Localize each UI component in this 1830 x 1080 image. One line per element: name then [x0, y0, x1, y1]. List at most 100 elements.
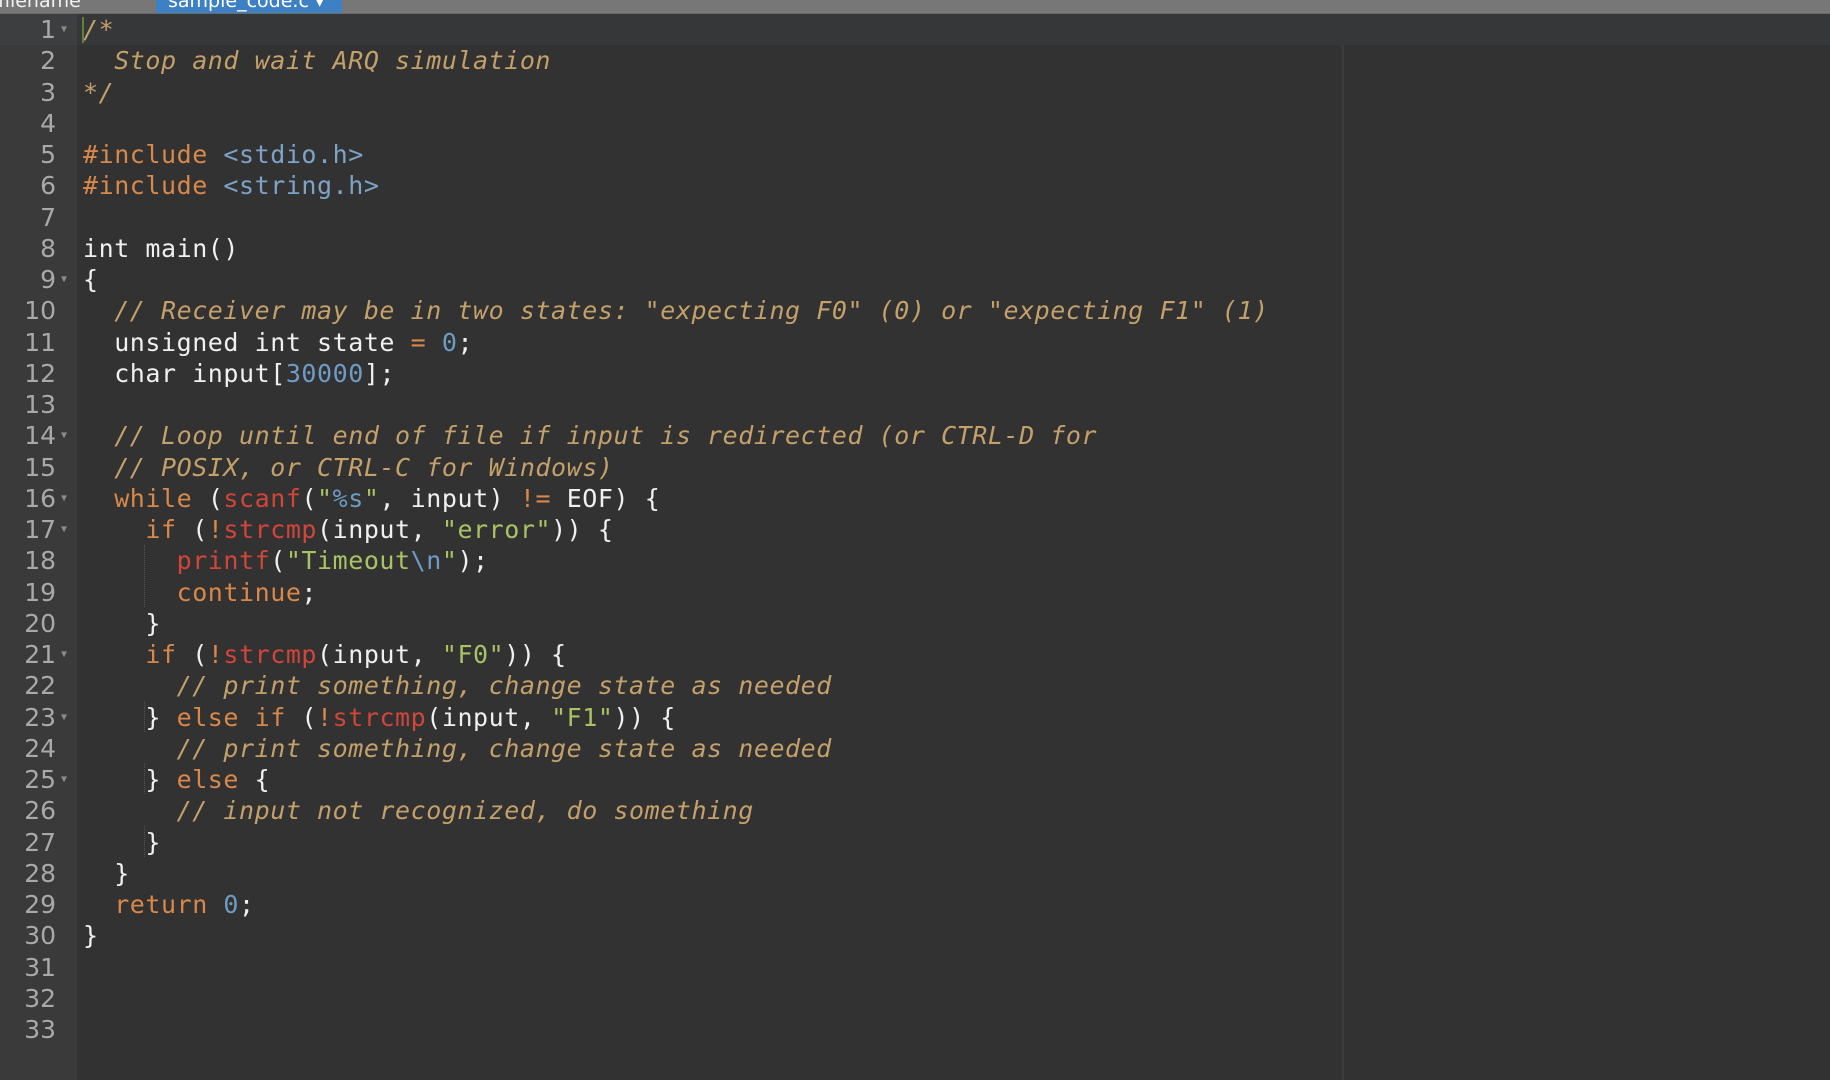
line-number: 9	[40, 265, 56, 294]
token-txt: unsigned int state	[83, 327, 411, 357]
token-op: =	[410, 327, 427, 357]
token-kw: while	[114, 483, 193, 513]
token-txt: )) {	[551, 515, 614, 544]
code-text: {	[83, 264, 99, 295]
fold-arrow-icon[interactable]: ▼	[61, 264, 67, 295]
token-txt: )) {	[613, 702, 676, 732]
tab-filename[interactable]: filename	[0, 0, 136, 13]
token-comment: Stop and wait ARQ simulation	[83, 46, 552, 76]
token-txt: }	[83, 827, 162, 857]
token-num: %s	[332, 483, 364, 513]
token-txt: (input,	[426, 702, 552, 732]
token-txt: }	[83, 858, 130, 888]
fold-arrow-icon[interactable]: ▼	[61, 702, 67, 733]
token-inc: #include	[83, 171, 224, 201]
token-str: "	[317, 483, 333, 513]
code-text: }	[83, 608, 161, 639]
token-fn: strcmp	[223, 515, 318, 544]
line-number: 29	[24, 890, 56, 919]
token-str: "	[441, 546, 458, 576]
token-txt: (input,	[317, 640, 442, 669]
token-txt: }	[83, 702, 177, 732]
code-text: continue;	[83, 577, 317, 608]
line-number: 12	[24, 358, 56, 388]
line-number: 13	[24, 390, 56, 419]
code-text: #include <stdio.h>	[83, 139, 364, 170]
token-kw: continue	[176, 577, 302, 607]
line-number: 33	[24, 1015, 56, 1044]
token-comment: // print something, change state as need…	[176, 671, 832, 701]
token-txt: (	[176, 640, 208, 669]
token-txt: char input[	[83, 358, 286, 388]
line-number: 28	[24, 858, 56, 888]
code-text: */	[83, 77, 114, 108]
token-str: "F0"	[441, 640, 505, 669]
token-txt: )) {	[504, 640, 567, 669]
line-number: 2	[40, 46, 56, 76]
tab-sample-code[interactable]: sample_code.c ▾	[156, 0, 342, 13]
line-number: 4	[40, 108, 56, 138]
code-text: }	[83, 858, 130, 889]
code-text: if (!strcmp(input, "F0")) {	[83, 639, 567, 670]
token-kw: return	[114, 890, 208, 919]
fold-arrow-icon[interactable]: ▼	[61, 420, 67, 451]
line-number: 17	[24, 515, 56, 544]
line-number: 5	[40, 140, 56, 169]
tab-label: sample_code.c	[168, 0, 309, 12]
line-number: 11	[24, 327, 56, 357]
code-text: // print something, change state as need…	[83, 670, 832, 701]
token-num: 0	[441, 327, 458, 357]
code-text: // print something, change state as need…	[83, 733, 832, 764]
line-number: 21	[24, 640, 56, 669]
code-text: unsigned int state = 0;	[83, 327, 473, 358]
token-fn: printf	[176, 546, 271, 576]
tab-label: filename	[0, 0, 81, 12]
line-number: 15	[24, 452, 56, 482]
token-txt: ;	[239, 890, 255, 919]
token-fn: scanf	[223, 483, 302, 513]
line-number: 26	[24, 796, 56, 826]
code-text: // input not recognized, do something	[83, 795, 754, 826]
token-kw: if	[145, 640, 177, 669]
token-op: !=	[519, 483, 552, 513]
fold-arrow-icon[interactable]: ▼	[61, 514, 67, 545]
line-number: 18	[24, 546, 56, 576]
code-text: char input[30000];	[83, 358, 395, 389]
token-comment: /*	[83, 15, 115, 44]
token-fn: strcmp	[332, 702, 427, 732]
fold-arrow-icon[interactable]: ▼	[61, 639, 67, 670]
code-editor[interactable]: 1 ▼/* 2 Stop and wait ARQ simulation 3 */4 5 #…	[0, 14, 1830, 1080]
line-number: 19	[24, 577, 56, 607]
fold-arrow-icon[interactable]: ▼	[61, 483, 67, 514]
line-number: 10	[24, 296, 56, 326]
token-op: !	[317, 702, 333, 732]
token-str: "error"	[441, 515, 552, 544]
token-op: !	[207, 640, 224, 669]
chevron-down-icon[interactable]: ▾	[315, 0, 325, 12]
token-esc: \n	[410, 546, 442, 576]
token-comment: // input not recognized, do something	[176, 796, 754, 826]
token-kw: if	[145, 515, 177, 544]
token-fn: strcmp	[223, 640, 318, 669]
code-text: }	[83, 920, 99, 951]
line-number: 24	[24, 733, 56, 763]
token-txt: EOF) {	[551, 483, 661, 513]
fold-arrow-icon[interactable]: ▼	[61, 14, 67, 45]
code-text: } else {	[83, 764, 270, 795]
code-text: // Loop until end of file if input is re…	[83, 420, 1097, 451]
token-kw: else if	[176, 702, 286, 732]
line-number: 16	[24, 483, 56, 513]
fold-arrow-icon[interactable]: ▼	[61, 764, 67, 795]
token-txt: }	[83, 608, 162, 638]
token-txt: }	[83, 921, 99, 951]
token-txt: );	[457, 546, 489, 576]
